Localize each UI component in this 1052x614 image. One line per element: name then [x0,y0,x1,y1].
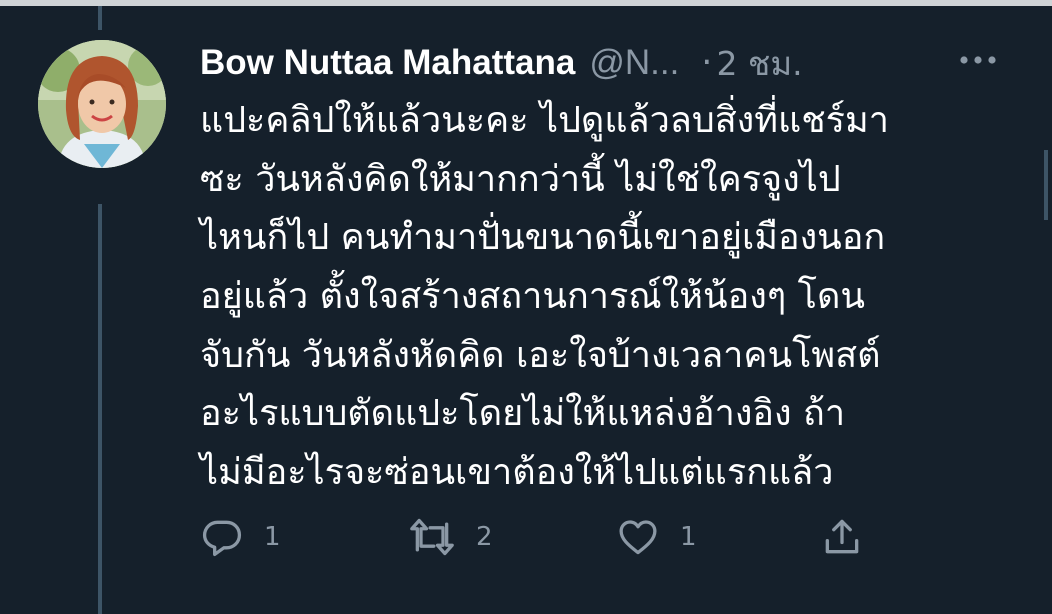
timestamp[interactable]: 2 ชม. [716,37,802,90]
share-icon [825,519,859,554]
thread-line-top [98,6,102,30]
retweet-icon [410,518,454,556]
avatar-image [38,40,166,168]
scroll-edge-line [1044,150,1048,220]
reply-count: 1 [264,522,281,552]
reply-icon [202,520,242,557]
tweet-text-line: ไหนก็ไป คนทำมาปั่นขนาดนี้เขาอยู่เมืองนอก [200,217,886,259]
tweet-header: Bow Nuttaa Mahattana @N... · 2 ชม. [200,38,803,88]
tweet-text-line: จับกัน วันหลังหัดคิด เอะใจบ้างเวลาคนโพสต… [200,334,881,376]
heart-icon [619,520,657,555]
tweet-text-line: แปะคลิปให้แล้วนะคะ ไปดูแล้วลบสิ่งที่แชร์… [200,100,889,141]
share-button[interactable] [820,512,864,562]
separator-dot: · [701,43,713,83]
like-count: 1 [680,522,697,552]
author-handle[interactable]: @N... [589,43,679,83]
like-button[interactable]: 1 [616,512,697,562]
avatar[interactable] [38,40,166,168]
tweet-text: แปะคลิปให้แล้วนะคะ ไปดูแล้วลบสิ่งที่แชร์… [200,92,1030,503]
tweet-text-line: อยู่แล้ว ตั้งใจสร้างสถานการณ์ให้น้องๆ โด… [200,276,865,318]
tweet-screenshot: Bow Nuttaa Mahattana @N... · 2 ชม. แปะคล… [0,0,1052,614]
tweet-text-line: ไม่มีอะไรจะซ่อนเขาต้องให้ไปแต่แรกแล้ว [200,452,834,494]
more-horizontal-icon[interactable] [958,50,998,70]
tweet-actions: 1 2 1 [200,512,1030,562]
top-divider [0,0,1052,6]
reply-button[interactable]: 1 [200,512,281,562]
author-name[interactable]: Bow Nuttaa Mahattana [200,43,575,83]
tweet-text-line: อะไรแบบตัดแปะโดยไม่ให้แหล่งอ้างอิง ถ้า [200,393,846,435]
tweet-text-line: ซะ วันหลังคิดให้มากกว่านี้ ไม่ใช่ใครจูงไ… [200,158,841,200]
retweet-count: 2 [476,522,493,552]
retweet-button[interactable]: 2 [408,512,493,562]
thread-line-bottom [98,204,102,614]
